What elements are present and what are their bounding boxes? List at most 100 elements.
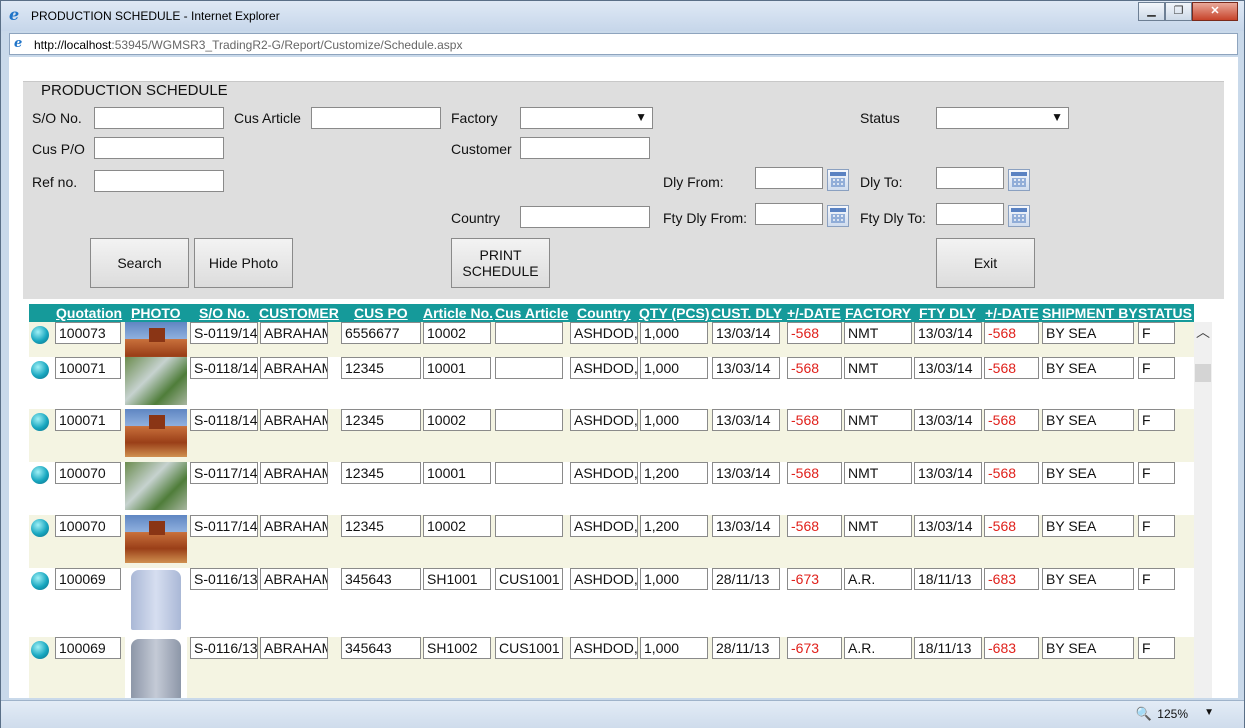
shipment-cell[interactable]: BY SEA [1042,322,1134,344]
factory-cell[interactable]: NMT [844,322,912,344]
address-bar[interactable]: e http://localhost:53945/WGMSR3_TradingR… [9,33,1238,55]
factory-cell[interactable]: A.R. [844,568,912,590]
header-fty-dly[interactable]: FTY DLY [919,305,976,321]
zoom-icon[interactable]: 🔍 [1136,706,1152,722]
cust-dly-cell[interactable]: 13/03/14 [712,322,780,344]
date-diff2-cell[interactable]: -568 [984,462,1039,484]
country-cell[interactable]: ASHDOD, [570,357,638,379]
cust-dly-cell[interactable]: 13/03/14 [712,515,780,537]
fty-dly-cell[interactable]: 13/03/14 [914,409,982,431]
quotation-cell[interactable]: 100070 [55,462,121,484]
fty-dly-from-calendar-icon[interactable] [827,205,849,227]
date-diff1-cell[interactable]: -568 [787,409,842,431]
rock-photo[interactable] [125,409,187,457]
so-input[interactable] [94,107,224,129]
so-cell[interactable]: S-0119/14 [190,322,258,344]
close-button[interactable]: ✕ [1192,2,1238,21]
cus-article-cell[interactable] [495,515,563,537]
shirt-grey-photo[interactable] [125,637,187,698]
qty-cell[interactable]: 1,000 [640,322,708,344]
row-select-icon[interactable] [31,361,49,379]
factory-cell[interactable]: NMT [844,462,912,484]
article-cell[interactable]: SH1001 [423,568,491,590]
date-diff2-cell[interactable]: -683 [984,568,1039,590]
header-shipment[interactable]: SHIPMENT BY [1042,305,1138,321]
customer-cell[interactable]: ABRAHAM [260,322,328,344]
status-cell[interactable]: F [1138,357,1175,379]
country-cell[interactable]: ASHDOD, [570,568,638,590]
table-row[interactable]: 100069 S-0116/13 ABRAHAM 345643 SH1001 CUS100… [29,568,1194,637]
cust-dly-cell[interactable]: 13/03/14 [712,409,780,431]
date-diff1-cell[interactable]: -673 [787,637,842,659]
fty-dly-to-calendar-icon[interactable] [1008,205,1030,227]
customer-cell[interactable]: ABRAHAM [260,515,328,537]
shipment-cell[interactable]: BY SEA [1042,637,1134,659]
shipment-cell[interactable]: BY SEA [1042,462,1134,484]
cus-po-cell[interactable]: 6556677 [341,322,421,344]
article-cell[interactable]: 10001 [423,462,491,484]
status-cell[interactable]: F [1138,409,1175,431]
cus-article-cell[interactable]: CUS1001 [495,568,563,590]
header-cust-dly[interactable]: CUST. DLY [711,305,782,321]
country-cell[interactable]: ASHDOD, [570,322,638,344]
header-factory[interactable]: FACTORY [845,305,911,321]
exit-button[interactable]: Exit [936,238,1035,288]
cus-po-cell[interactable]: 12345 [341,357,421,379]
cus-article-cell[interactable] [495,357,563,379]
table-row[interactable]: 100070 S-0117/14 ABRAHAM 12345 10002 ASHDOD, 1… [29,515,1194,568]
cust-dly-cell[interactable]: 28/11/13 [712,568,780,590]
address-url[interactable]: http://localhost:53945/WGMSR3_TradingR2-… [34,38,462,52]
rock-photo[interactable] [125,515,187,563]
date-diff1-cell[interactable]: -568 [787,322,842,344]
status-select[interactable]: ▼ [936,107,1069,129]
date-diff1-cell[interactable]: -673 [787,568,842,590]
quotation-cell[interactable]: 100073 [55,322,121,344]
quotation-cell[interactable]: 100069 [55,637,121,659]
restore-button[interactable]: ❐ [1165,2,1192,21]
table-row[interactable]: 100073 S-0119/14 ABRAHAM 6556677 10002 ASHDOD… [29,322,1194,370]
header-so[interactable]: S/O No. [199,305,250,321]
fty-dly-cell[interactable]: 13/03/14 [914,357,982,379]
cust-dly-cell[interactable]: 13/03/14 [712,462,780,484]
qty-cell[interactable]: 1,000 [640,409,708,431]
quotation-cell[interactable]: 100069 [55,568,121,590]
so-cell[interactable]: S-0116/13 [190,637,258,659]
date-diff2-cell[interactable]: -568 [984,515,1039,537]
cus-po-cell[interactable]: 345643 [341,568,421,590]
header-date-diff1[interactable]: +/-DATE [787,305,841,321]
qty-cell[interactable]: 1,000 [640,637,708,659]
so-cell[interactable]: S-0118/14 [190,409,258,431]
dly-from-calendar-icon[interactable] [827,169,849,191]
header-country[interactable]: Country [577,305,631,321]
quotation-cell[interactable]: 100071 [55,357,121,379]
row-select-icon[interactable] [31,326,49,344]
country-cell[interactable]: ASHDOD, [570,637,638,659]
status-cell[interactable]: F [1138,322,1175,344]
cus-article-cell[interactable] [495,322,563,344]
date-diff1-cell[interactable]: -568 [787,515,842,537]
article-cell[interactable]: 10002 [423,409,491,431]
factory-cell[interactable]: NMT [844,515,912,537]
cust-dly-cell[interactable]: 13/03/14 [712,357,780,379]
country-cell[interactable]: ASHDOD, [570,462,638,484]
header-status[interactable]: STATUS [1138,305,1192,321]
shipment-cell[interactable]: BY SEA [1042,515,1134,537]
table-row[interactable]: 100070 S-0117/14 ABRAHAM 12345 10001 ASHDOD, 1… [29,462,1194,515]
dly-to-input[interactable] [936,167,1004,189]
customer-cell[interactable]: ABRAHAM [260,409,328,431]
row-select-icon[interactable] [31,519,49,537]
article-cell[interactable]: SH1002 [423,637,491,659]
header-quotation[interactable]: Quotation [56,305,122,321]
header-article[interactable]: Article No. [423,305,493,321]
country-cell[interactable]: ASHDOD, [570,409,638,431]
customer-input[interactable] [520,137,650,159]
date-diff2-cell[interactable]: -568 [984,409,1039,431]
cus-po-cell[interactable]: 345643 [341,637,421,659]
title-bar[interactable]: e PRODUCTION SCHEDULE - Internet Explore… [1,1,1244,31]
header-cus-article[interactable]: Cus Article [495,305,568,321]
qty-cell[interactable]: 1,000 [640,568,708,590]
cus-article-cell[interactable]: CUS1001 [495,637,563,659]
dly-to-calendar-icon[interactable] [1008,169,1030,191]
fty-dly-cell[interactable]: 13/03/14 [914,322,982,344]
scroll-thumb[interactable] [1195,364,1211,382]
